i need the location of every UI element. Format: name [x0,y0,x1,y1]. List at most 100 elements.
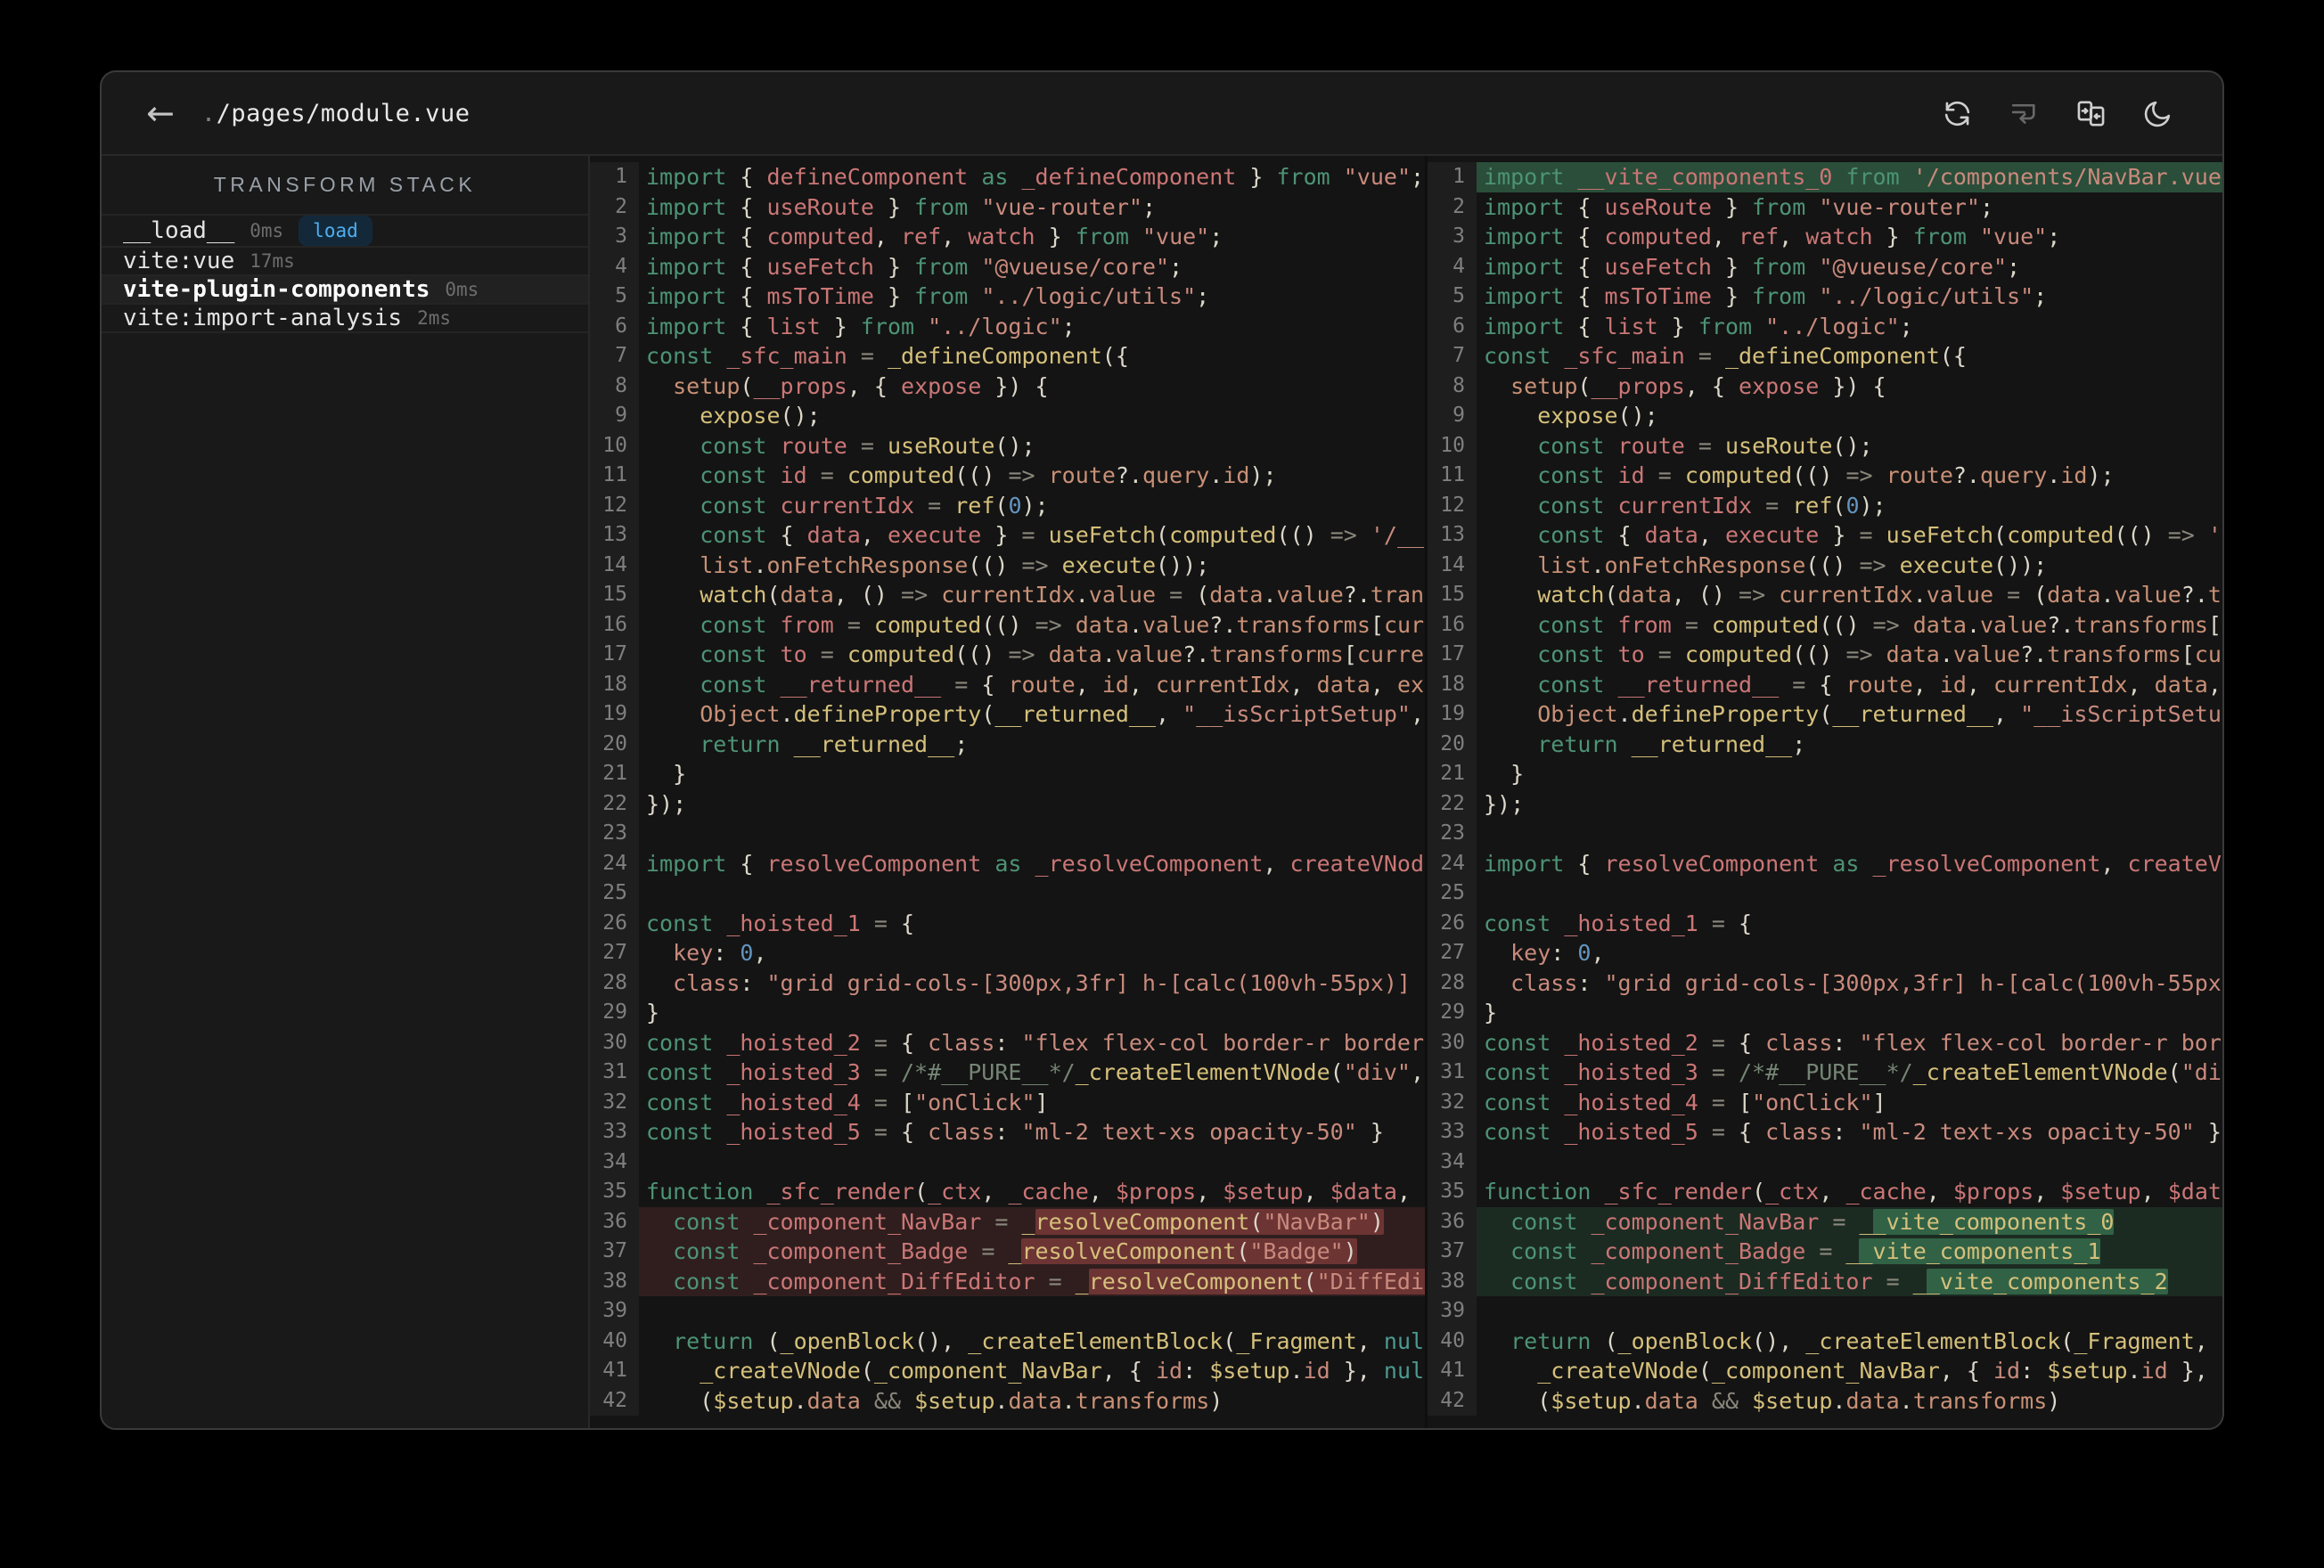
code-line: 42 ($setup.data && $setup.data.transform… [590,1385,1425,1416]
diff-pane-after[interactable]: 1 import __vite_components_0 from '/compo… [1425,156,2222,1428]
diff-pane-before[interactable]: 1 import { defineComponent as _defineComp… [590,156,1425,1428]
code-text: setup(__props, { expose }) { [1510,372,1886,399]
vite-inspect-window: ← ./pages/module.vue TRANSFORM STACK __l… [100,70,2224,1430]
line-number: 15 [1428,580,1477,610]
code-text: import { useFetch } from "@vueuse/core"; [646,253,1183,280]
line-number: 30 [1428,1027,1477,1058]
code-line: 28 class: "grid grid-cols-[300px,3fr] h-… [590,968,1425,998]
line-number: 27 [1428,938,1477,968]
line-number: 41 [590,1356,639,1386]
line-number: 31 [590,1058,639,1088]
line-number: 28 [590,968,639,998]
code-text: key: 0, [1510,940,1605,966]
code-text: const _hoisted_2 = { class: "flex flex-c… [1484,1029,2222,1056]
line-number: 25 [590,878,639,909]
code-text: list.onFetchResponse(() => execute()); [700,551,1210,578]
code-text: ($setup.data && $setup.data.transforms) [1484,1387,2061,1414]
theme-toggle-button[interactable] [2141,97,2174,130]
code-line: 38 const _component_DiffEditor = __vite_… [1428,1266,2222,1296]
line-number: 3 [1428,222,1477,252]
sidebar-item-vite-plugin-components[interactable]: vite-plugin-components 0ms [102,276,588,305]
line-number: 15 [590,580,639,610]
line-number: 11 [1428,461,1477,491]
plugin-name: vite:vue [123,248,235,274]
line-number: 22 [1428,788,1477,819]
line-number: 31 [1428,1058,1477,1088]
code-text: class: "grid grid-cols-[300px,3fr] h-[ca… [673,969,1425,996]
code-line: 8 setup(__props, { expose }) { [1428,371,2222,401]
code-text: const _sfc_main = _defineComponent({ [646,343,1129,369]
code-text: }); [1484,790,1525,817]
transform-stack-list: __load__ 0ms load vite:vue 17ms vite-plugin-c… [102,216,588,333]
code-line: 27 key: 0, [590,938,1425,968]
back-button[interactable]: ← [146,96,175,130]
code-line: 7 const _sfc_main = _defineComponent({ [590,341,1425,372]
module-title-prefix: . [200,99,217,127]
code-text: const _component_NavBar = _resolveCompon… [639,1206,1425,1237]
code-line: 16 const from = computed(() => data.valu… [590,609,1425,640]
line-number: 37 [1428,1237,1477,1267]
code-text: const to = computed(() => data.value?.tr… [1537,641,2222,667]
code-line: 17 const to = computed(() => data.value?… [1428,640,2222,670]
code-text: return (_openBlock(), _createElementBloc… [1510,1327,2222,1354]
refresh-button[interactable] [1941,97,1974,130]
code-text: import { defineComponent as _defineCompo… [646,164,1425,190]
line-number: 28 [1428,968,1477,998]
diff-word-highlight: _vite_components_1 [1859,1238,2101,1264]
code-line: 32 const _hoisted_4 = ["onClick"] [590,1087,1425,1117]
code-line: 20 return __returned__; [590,729,1425,759]
inline-diff-toggle-button[interactable] [2008,97,2041,130]
code-lines-after: 1 import __vite_components_0 from '/compo… [1428,162,2222,1416]
line-number: 25 [1428,878,1477,909]
line-number: 34 [1428,1147,1477,1177]
side-by-side-diff-button[interactable] [2074,97,2107,130]
code-line: 4 import { useFetch } from "@vueuse/core"… [590,251,1425,282]
line-number: 11 [590,461,639,491]
code-line: 6 import { list } from "../logic"; [590,311,1425,341]
code-line: 40 return (_openBlock(), _createElementB… [1428,1326,2222,1356]
code-line: 35 function _sfc_render(_ctx, _cache, $pr… [590,1177,1425,1207]
code-text: import { msToTime } from "../logic/utils… [1484,283,2048,309]
code-line: 22}); [590,788,1425,819]
code-line: 16 const from = computed(() => data.valu… [1428,609,2222,640]
sidebar-item-vite:import-analysis[interactable]: vite:import-analysis 2ms [102,305,588,333]
line-number: 37 [590,1237,639,1267]
line-number: 27 [590,938,639,968]
code-line: 5 import { msToTime } from "../logic/util… [590,282,1425,312]
code-line: 6 import { list } from "../logic"; [1428,311,2222,341]
code-line: 41 _createVNode(_component_NavBar, { id:… [1428,1356,2222,1386]
code-line: 10 const route = useRoute(); [1428,430,2222,461]
code-text: const _hoisted_2 = { class: "flex flex-c… [646,1029,1425,1056]
code-line: 37 const _component_Badge = __vite_compo… [1428,1237,2222,1267]
plugin-name: vite-plugin-components [123,276,430,303]
code-line: 9 expose(); [1428,401,2222,431]
line-number: 14 [590,550,639,580]
code-line: 32 const _hoisted_4 = ["onClick"] [1428,1087,2222,1117]
code-text: function _sfc_render(_ctx, _cache, $prop… [1484,1179,2222,1205]
code-line: 34 [590,1147,1425,1178]
plugin-time: 0ms [250,220,284,241]
code-line: 42 ($setup.data && $setup.data.transform… [1428,1385,2222,1416]
code-line: 9 expose(); [590,401,1425,431]
code-line: 30 const _hoisted_2 = { class: "flex flex… [1428,1027,2222,1058]
line-number: 26 [1428,908,1477,938]
code-line: 28 class: "grid grid-cols-[300px,3fr] h-… [1428,968,2222,998]
line-number: 23 [590,819,639,849]
line-number: 13 [1428,520,1477,551]
sidebar-item-__load__[interactable]: __load__ 0ms load [102,216,588,248]
sidebar-item-vite:vue[interactable]: vite:vue 17ms [102,248,588,276]
code-line: 10 const route = useRoute(); [590,430,1425,461]
line-number: 41 [1428,1356,1477,1386]
line-number: 2 [1428,192,1477,222]
code-line: 40 return (_openBlock(), _createElementB… [590,1326,1425,1356]
code-text: const _hoisted_1 = { [646,910,915,936]
code-text: import { msToTime } from "../logic/utils… [646,283,1210,309]
code-line: 11 const id = computed(() => route?.quer… [590,461,1425,491]
line-number: 8 [1428,371,1477,401]
line-number: 14 [1428,550,1477,580]
